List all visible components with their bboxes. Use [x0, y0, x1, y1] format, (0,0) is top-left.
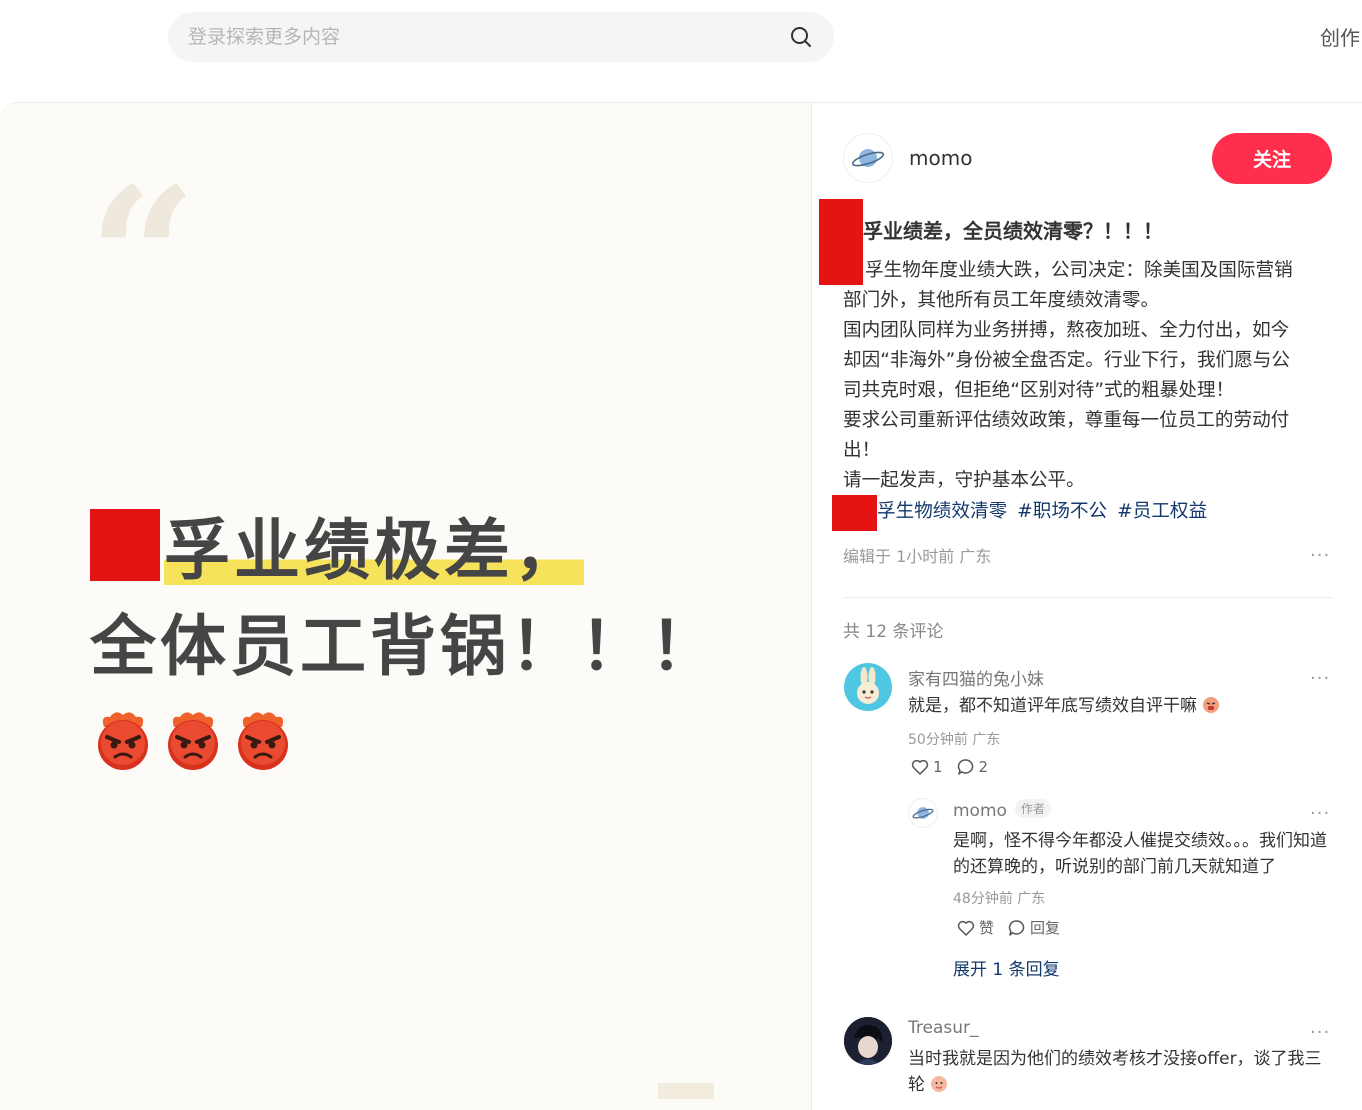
post-body-line: 要求公司重新评估绩效政策，尊重每一位员工的劳动付 — [843, 410, 1290, 431]
reply-button[interactable]: 回复 — [1008, 917, 1060, 938]
avatar[interactable] — [844, 663, 892, 711]
post-body: 孚生物年度业绩大跌，公司决定：除美国及国际营销 部门外，其他所有员工年度绩效清零… — [843, 256, 1333, 496]
author-info[interactable]: momo — [843, 133, 972, 183]
edit-timestamp: 编辑于 1小时前 广东 — [843, 547, 992, 566]
top-bar: 创作 — [0, 0, 1362, 100]
headline-line-2: 全体员工背锅！！！ — [90, 608, 720, 685]
comment-text: 就是，都不知道评年底写绩效自评干嘛 — [908, 693, 1328, 719]
note-image: “ 孚业绩极差， 全体员工背锅！！！ — [0, 103, 812, 1110]
reply-meta: 48分钟前 广东 — [953, 891, 1046, 907]
post-body-line: 国内团队同样为业务拼搏，熬夜加班、全力付出，如今 — [843, 320, 1290, 341]
reply-author-name[interactable]: momo — [953, 801, 1007, 821]
emoji-icon — [931, 1076, 948, 1092]
post-body-line: 请一起发声，守护基本公平。 — [843, 470, 1085, 491]
comment-more-icon[interactable]: ··· — [1310, 1024, 1330, 1042]
hashtag-link[interactable]: 孚生物绩效清零 — [877, 501, 1007, 522]
heart-icon — [957, 920, 975, 936]
comment-more-icon[interactable]: ··· — [1310, 670, 1330, 688]
image-bottom-decoration — [658, 1083, 714, 1099]
post-body-line: 孚生物年度业绩大跌，公司决定：除美国及国际营销 — [865, 260, 1293, 281]
like-button[interactable]: 赞 — [957, 917, 994, 938]
note-detail: “ 孚业绩极差， 全体员工背锅！！！ momo 关注 孚业绩差，全员绩效清零？！… — [0, 102, 1362, 1110]
comment-bubble-icon — [1008, 919, 1025, 936]
author-name[interactable]: momo — [909, 146, 972, 170]
search-bar — [168, 12, 834, 62]
hashtag-link[interactable]: #员工权益 — [1117, 501, 1207, 522]
like-count: 1 — [933, 758, 943, 776]
crying-face-icon — [1203, 697, 1220, 713]
comment-text: 当时我就是因为他们的绩效考核才没接offer，谈了我三轮 — [908, 1046, 1328, 1098]
search-input[interactable] — [188, 26, 788, 48]
comment-count: 共 12 条评论 — [843, 622, 944, 642]
comment-author-name[interactable]: 家有四猫的兔小妹 — [908, 665, 1044, 690]
hashtag-list: 孚生物绩效清零 #职场不公 #员工权益 — [877, 496, 1217, 523]
reply-author: momo 作者 — [953, 799, 1051, 821]
avatar[interactable] — [908, 798, 938, 828]
comment-text-content: 当时我就是因为他们的绩效考核才没接offer，谈了我三轮 — [908, 1049, 1322, 1095]
post-body-line: 部门外，其他所有员工年度绩效清零。 — [843, 290, 1160, 311]
hashtag-link[interactable]: #职场不公 — [1017, 501, 1107, 522]
comment-text-content: 就是，都不知道评年底写绩效自评干嘛 — [908, 696, 1197, 716]
angry-face-icon — [168, 712, 218, 770]
image-headline: 孚业绩极差， 全体员工背锅！！！ — [90, 503, 720, 695]
reply-label: 回复 — [1030, 919, 1061, 937]
reply-more-icon[interactable]: ··· — [1310, 805, 1330, 823]
divider — [843, 597, 1333, 598]
expand-replies-link[interactable]: 展开 1 条回复 — [953, 955, 1060, 980]
redaction-block — [832, 495, 877, 531]
post-body-line: 出！ — [843, 440, 881, 461]
side-panel: momo 关注 孚业绩差，全员绩效清零？！！！ 孚生物年度业绩大跌，公司决定：除… — [813, 103, 1362, 1110]
avatar[interactable] — [844, 1017, 892, 1065]
post-body-line: 司共克时艰，但拒绝“区别对待”式的粗暴处理！ — [843, 380, 1235, 401]
angry-face-icon — [238, 712, 288, 770]
quote-mark-decoration: “ — [88, 146, 198, 369]
like-label: 赞 — [979, 919, 995, 937]
avatar[interactable] — [843, 133, 893, 183]
search-icon[interactable] — [788, 24, 814, 50]
reply-text: 是啊，怪不得今年都没人催提交绩效。。。我们知道的还算晚的，听说别的部门前几天就知… — [953, 831, 1327, 877]
reply-button[interactable]: 2 — [957, 758, 989, 776]
headline-line-1: 孚业绩极差， — [164, 512, 584, 589]
rabbit-icon — [857, 667, 879, 704]
heart-icon — [911, 759, 929, 775]
author-badge: 作者 — [1014, 799, 1051, 818]
comment-bubble-icon — [957, 759, 973, 775]
post-title: 孚业绩差，全员绩效清零？！！！ — [863, 219, 1163, 243]
angry-face-icon — [98, 712, 148, 770]
post-more-icon[interactable]: ··· — [1310, 547, 1330, 565]
emoji-row — [90, 707, 296, 773]
comment-meta: 50分钟前 广东 — [908, 732, 1001, 748]
post-body-line: 却因“非海外”身份被全盘否定。行业下行，我们愿与公 — [843, 350, 1290, 371]
reply-actions: 赞 回复 — [957, 917, 1060, 938]
comment-author-name[interactable]: Treasur_ — [908, 1018, 979, 1038]
like-button[interactable]: 1 — [911, 758, 943, 776]
comment-actions: 1 2 — [911, 758, 988, 776]
create-link[interactable]: 创作 — [1320, 22, 1360, 51]
anime-character-icon — [844, 1017, 892, 1065]
follow-button[interactable]: 关注 — [1212, 133, 1332, 184]
redaction-block — [90, 509, 160, 581]
planet-icon — [851, 149, 885, 167]
reply-count: 2 — [978, 758, 989, 776]
planet-icon — [912, 807, 934, 819]
